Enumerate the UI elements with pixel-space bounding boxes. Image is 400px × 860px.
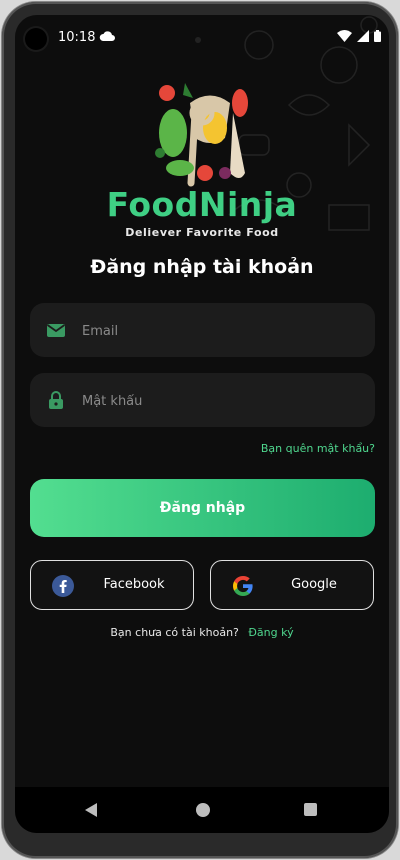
nav-home-icon[interactable] [196, 803, 210, 817]
app-screen: 10:18 FoodNinja Deliever Favorite Food Đ… [15, 15, 389, 833]
phone-frame: 10:18 FoodNinja Deliever Favorite Food Đ… [2, 2, 398, 858]
google-login-button[interactable]: Google [210, 560, 374, 610]
front-camera [25, 28, 47, 50]
foodninja-logo-icon [155, 83, 248, 187]
facebook-label: Facebook [103, 577, 165, 592]
facebook-login-button[interactable]: Facebook [30, 560, 194, 610]
password-input[interactable] [80, 373, 364, 429]
password-field[interactable] [30, 373, 375, 429]
google-label: Google [291, 577, 337, 592]
email-input[interactable] [80, 303, 364, 359]
google-icon [233, 576, 253, 596]
nav-recents-icon[interactable] [304, 803, 317, 816]
android-navigation-bar [15, 787, 389, 833]
brand-name: FoodNinja [106, 185, 298, 224]
wifi-icon [337, 30, 352, 42]
signup-prompt: Bạn chưa có tài khoản? [110, 626, 239, 639]
status-bar: 10:18 [15, 15, 389, 57]
signup-row: Bạn chưa có tài khoản? Đăng ký [15, 626, 389, 639]
login-button[interactable]: Đăng nhập [30, 479, 375, 537]
page-title: Đăng nhập tài khoản [90, 256, 314, 278]
cloud-icon [99, 31, 115, 41]
cellular-signal-icon [357, 30, 369, 42]
earpiece [195, 37, 201, 43]
envelope-icon [46, 324, 66, 337]
lock-icon [49, 391, 63, 409]
system-icons [337, 30, 381, 42]
status-time: 10:18 [58, 30, 96, 45]
nav-back-icon[interactable] [85, 803, 97, 817]
battery-icon [374, 30, 381, 42]
forgot-password-link[interactable]: Bạn quên mật khẩu? [261, 442, 375, 455]
brand-tagline: Deliever Favorite Food [125, 226, 279, 239]
facebook-icon [52, 575, 74, 597]
signup-link[interactable]: Đăng ký [248, 626, 293, 639]
email-field[interactable] [30, 303, 375, 359]
